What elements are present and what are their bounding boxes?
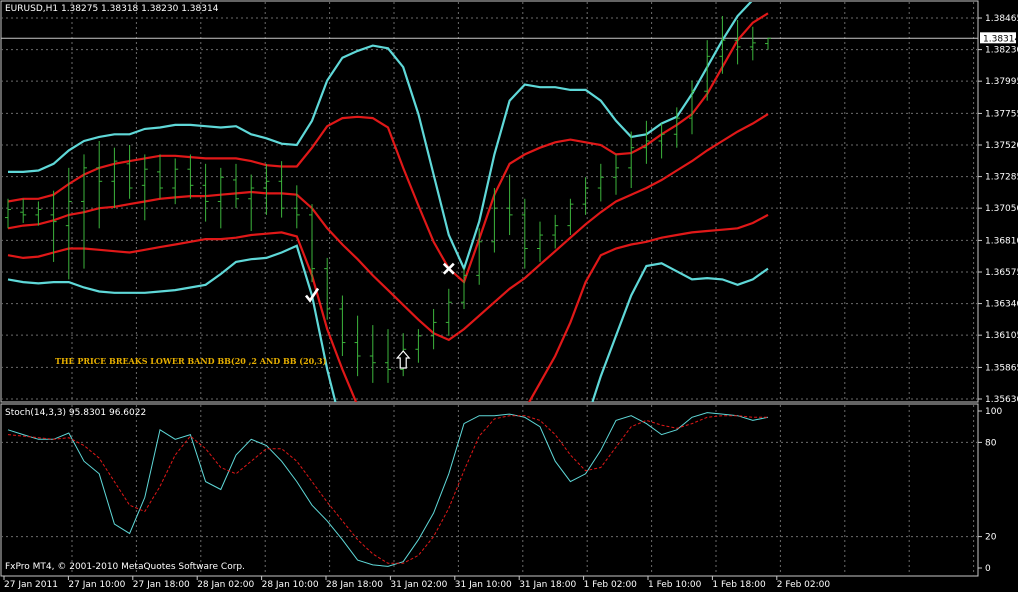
price-tick-label: 1.35630 (985, 395, 1018, 405)
time-tick-label: 31 Jan 10:00 (455, 580, 512, 590)
time-tick-label: 1 Feb 10:00 (648, 580, 702, 590)
time-tick-label: 27 Jan 10:00 (68, 580, 125, 590)
price-tick-label: 1.37520 (985, 141, 1018, 151)
annotation-text: THE PRICE BREAKS LOWER BAND BB(20 ,2 AND… (55, 356, 327, 366)
price-tick-label: 1.36575 (985, 268, 1018, 278)
time-tick-label: 27 Jan 18:00 (133, 580, 190, 590)
time-tick-label: 1 Feb 02:00 (584, 580, 638, 590)
time-tick-label: 28 Jan 18:00 (326, 580, 383, 590)
price-tick-label: 1.37050 (985, 204, 1018, 214)
price-tick-label: 1.37995 (985, 77, 1018, 87)
price-tick-label: 1.36340 (985, 300, 1018, 310)
stoch-tick-label: 0 (985, 564, 991, 574)
time-tick-label: 28 Jan 10:00 (262, 580, 319, 590)
price-tick-label: 1.36810 (985, 236, 1018, 246)
stoch-tick-label: 20 (985, 533, 997, 543)
price-tick-label: 1.38465 (985, 14, 1018, 24)
stochastic-title: Stoch(14,3,3) 95.8301 96.6022 (5, 408, 146, 418)
price-tick-label: 1.35865 (985, 363, 1018, 373)
trading-chart-window: EURUSD,H1 1.38275 1.38318 1.38230 1.3831… (0, 0, 1018, 592)
copyright-text: FxPro MT4, © 2001-2010 MetaQuotes Softwa… (5, 562, 245, 572)
time-tick-label: 2 Feb 02:00 (777, 580, 831, 590)
main-chart-title: EURUSD,H1 1.38275 1.38318 1.38230 1.3831… (5, 4, 219, 14)
price-tick-label: 1.37285 (985, 173, 1018, 183)
time-tick-label: 28 Jan 02:00 (197, 580, 254, 590)
time-tick-label: 27 Jan 2011 (4, 580, 58, 590)
price-tick-label: 1.38230 (985, 46, 1018, 56)
time-tick-label: 31 Jan 18:00 (519, 580, 576, 590)
time-tick-label: 1 Feb 18:00 (712, 580, 766, 590)
price-tick-label: 1.37755 (985, 109, 1018, 119)
stoch-tick-label: 80 (985, 438, 997, 448)
current-price-tag: 1.38314 (980, 32, 1018, 44)
price-tick-label: 1.36105 (985, 331, 1018, 341)
current-price-label: 1.38314 (983, 34, 1018, 44)
time-tick-label: 31 Jan 02:00 (390, 580, 447, 590)
stoch-tick-label: 100 (985, 407, 1002, 417)
